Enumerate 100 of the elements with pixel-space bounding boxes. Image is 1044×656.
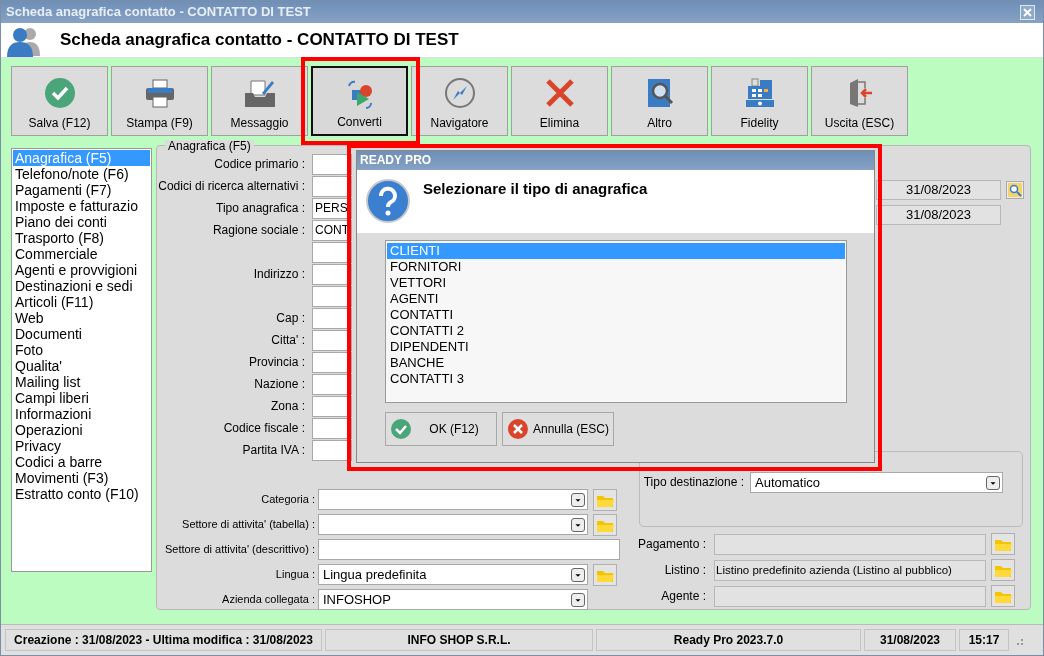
input-field[interactable]: PERS [312, 197, 352, 219]
toolbar-button[interactable]: Fidelity [711, 66, 808, 136]
list-item[interactable]: CONTATTI 3 [387, 371, 845, 387]
input-field[interactable] [312, 373, 352, 395]
dialog-title: READY PRO [357, 151, 874, 170]
field-label: Codici di ricerca alternativi : [157, 178, 306, 195]
input-field[interactable] [318, 539, 620, 560]
close-icon [1023, 8, 1032, 18]
field-label: Pagamento : [636, 536, 707, 553]
status-text: 31/08/2023 [864, 629, 956, 651]
section-item[interactable]: Agenti e provvigioni [13, 262, 150, 278]
field-label: Indirizzo : [252, 266, 306, 283]
dialog-message: Selezionare il tipo di anagrafica [423, 179, 648, 199]
input-field[interactable] [312, 417, 352, 439]
dropdown-field[interactable]: INFOSHOP [318, 589, 588, 610]
toolbar-button[interactable]: Salva (F12) [11, 66, 108, 136]
ok-button[interactable]: OK (F12) [385, 412, 497, 446]
tray-pen-icon [243, 77, 276, 109]
form-title: Scheda anagrafica contatto - CONTATTO DI TEST [60, 29, 459, 52]
date-field: 31/08/2023 [876, 204, 1001, 225]
field-label: Agente : [660, 588, 707, 605]
section-item[interactable]: Mailing list [13, 374, 150, 390]
toolbar-button[interactable]: Stampa (F9) [111, 66, 208, 136]
input-field[interactable] [312, 307, 352, 329]
search-button[interactable] [1006, 180, 1024, 199]
list-item[interactable]: VETTORI [387, 275, 845, 291]
close-button[interactable] [1020, 4, 1035, 20]
field-label: Ragione sociale : [211, 222, 306, 239]
input-field[interactable] [312, 439, 352, 461]
toolbar-button[interactable]: Uscita (ESC) [811, 66, 908, 136]
dropdown-field[interactable] [318, 514, 588, 535]
section-item[interactable]: Documenti [13, 326, 150, 342]
section-item[interactable]: Imposte e fatturazio [13, 198, 150, 214]
dropdown-field[interactable] [318, 489, 588, 510]
cash-register-icon [743, 77, 776, 109]
section-item[interactable]: Codici a barre [13, 454, 150, 470]
input-field[interactable] [312, 285, 352, 307]
section-item[interactable]: Pagamenti (F7) [13, 182, 150, 198]
list-item[interactable]: FORNITORI [387, 259, 845, 275]
list-item[interactable]: DIPENDENTI [387, 339, 845, 355]
toolbar-button[interactable]: Elimina [511, 66, 608, 136]
status-text: INFO SHOP S.R.L. [325, 629, 593, 651]
field-label: Listino : [663, 562, 707, 579]
list-item[interactable]: CONTATTI [387, 307, 845, 323]
compass-icon [443, 77, 476, 109]
status-text: 15:17 [959, 629, 1009, 651]
input-field[interactable] [312, 329, 352, 351]
section-item[interactable]: Estratto conto (F10) [13, 486, 150, 502]
date-field: 31/08/2023 [876, 179, 1001, 200]
field-label: Tipo destinazione : [642, 474, 745, 491]
cancel-icon [507, 418, 529, 440]
section-item[interactable]: Operazioni [13, 422, 150, 438]
input-field[interactable] [312, 241, 352, 263]
section-item[interactable]: Web [13, 310, 150, 326]
field-label: Codice primario : [213, 156, 306, 173]
section-item[interactable]: Articoli (F11) [13, 294, 150, 310]
input-field[interactable]: CONT [312, 219, 352, 241]
list-item[interactable]: BANCHE [387, 355, 845, 371]
field-label: Citta' : [270, 332, 306, 349]
field-label: Categoria : [260, 492, 316, 508]
toolbar-button[interactable]: Altro [611, 66, 708, 136]
status-text: Creazione : 31/08/2023 - Ultima modifica : 31/08/2023 [5, 629, 322, 651]
list-item[interactable]: AGENTI [387, 291, 845, 307]
input-field[interactable] [312, 351, 352, 373]
cancel-button[interactable]: Annulla (ESC) [502, 412, 614, 446]
search-icon [1008, 182, 1022, 197]
field-label: Tipo anagrafica : [215, 200, 306, 217]
section-item[interactable]: Privacy [13, 438, 150, 454]
cross-icon [543, 77, 576, 109]
toolbar-button[interactable]: Navigatore [411, 66, 508, 136]
section-item[interactable]: Telefono/note (F6) [13, 166, 150, 182]
field-label: Zona : [269, 398, 306, 415]
status-text: Ready Pro 2023.7.0 [596, 629, 861, 651]
input-field[interactable] [312, 395, 352, 417]
section-item[interactable]: Destinazioni e sedi [13, 278, 150, 294]
section-item[interactable]: Commerciale [13, 246, 150, 262]
toolbar-button[interactable]: Messaggio [211, 66, 308, 136]
list-item[interactable]: CONTATTI 2 [387, 323, 845, 339]
section-item[interactable]: Qualita' [13, 358, 150, 374]
section-item[interactable]: Movimenti (F3) [13, 470, 150, 486]
dropdown-field[interactable]: Lingua predefinita [318, 564, 588, 585]
section-item[interactable]: Foto [13, 342, 150, 358]
section-item[interactable]: Campi liberi [13, 390, 150, 406]
toolbar-button[interactable]: Converti [311, 66, 408, 136]
input-field[interactable] [312, 153, 352, 175]
check-icon [390, 418, 412, 440]
field-label: Cap : [275, 310, 306, 327]
question-icon [365, 178, 411, 224]
readonly-field: Listino predefinito azienda (Listino al pubblico) [714, 559, 986, 581]
dropdown-field[interactable]: Automatico [750, 472, 1003, 493]
field-label: Partita IVA : [241, 442, 306, 459]
check-icon [43, 77, 76, 109]
field-label: Nazione : [253, 376, 306, 393]
window-title: Scheda anagrafica contatto - CONTATTO DI TEST [6, 3, 311, 22]
section-item[interactable]: Piano dei conti [13, 214, 150, 230]
section-item[interactable]: Trasporto (F8) [13, 230, 150, 246]
section-item[interactable]: Informazioni [13, 406, 150, 422]
input-field[interactable] [312, 263, 352, 285]
input-field[interactable] [312, 175, 352, 197]
field-label: Provincia : [247, 354, 306, 371]
